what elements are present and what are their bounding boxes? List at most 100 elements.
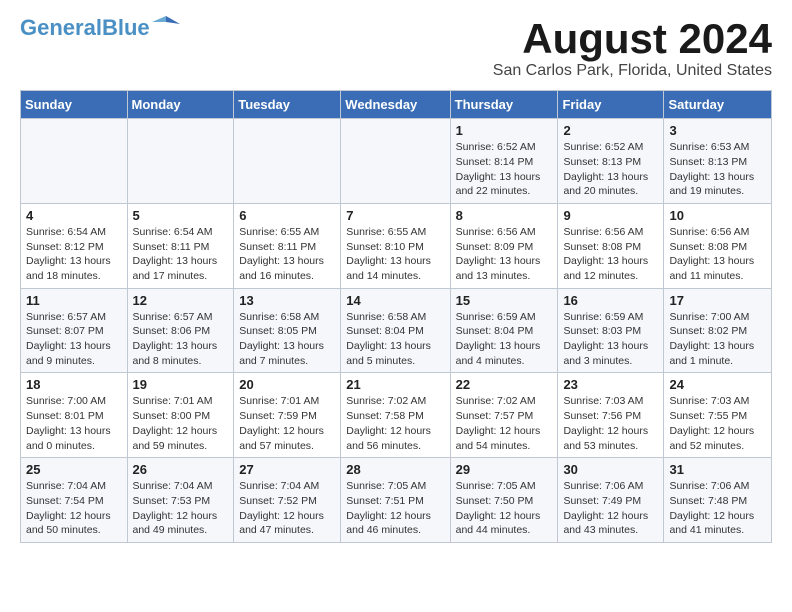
calendar-cell: 18Sunrise: 7:00 AM Sunset: 8:01 PM Dayli…: [21, 373, 128, 458]
calendar-cell: 17 Sunrise: 7:00 AM Sunset: 8:02 PM Dayli…: [664, 288, 772, 373]
day-header-sunday: Sunday: [21, 91, 128, 119]
day-number: 8: [456, 208, 553, 223]
day-header-wednesday: Wednesday: [341, 91, 450, 119]
calendar-cell: 1 Sunrise: 6:52 AM Sunset: 8:14 PM Daylig…: [450, 119, 558, 204]
calendar-cell: 24 Sunrise: 7:03 AM Sunset: 7:55 PM Dayli…: [664, 373, 772, 458]
calendar-cell: 13 Sunrise: 6:58 AM Sunset: 8:05 PM Dayli…: [234, 288, 341, 373]
day-number: 14: [346, 293, 444, 308]
day-number: 16: [563, 293, 658, 308]
calendar-cell: 21 Sunrise: 7:02 AM Sunset: 7:58 PM Dayli…: [341, 373, 450, 458]
day-info: Sunrise: 6:57 AM Sunset: 8:07 PM Dayligh…: [26, 310, 122, 369]
day-info: Sunrise: 6:58 AM Sunset: 8:05 PM Dayligh…: [239, 310, 335, 369]
calendar-cell: 3 Sunrise: 6:53 AM Sunset: 8:13 PM Daylig…: [664, 119, 772, 204]
day-header-saturday: Saturday: [664, 91, 772, 119]
calendar-cell: 10Sunrise: 6:56 AM Sunset: 8:08 PM Dayli…: [664, 203, 772, 288]
calendar-cell: 23Sunrise: 7:03 AM Sunset: 7:56 PM Dayli…: [558, 373, 664, 458]
calendar-week-row: 1 Sunrise: 6:52 AM Sunset: 8:14 PM Daylig…: [21, 119, 772, 204]
day-number: 1: [456, 123, 553, 138]
day-info: Sunrise: 6:58 AM Sunset: 8:04 PM Dayligh…: [346, 310, 444, 369]
logo-bird-icon: [152, 14, 180, 34]
day-number: 25: [26, 462, 122, 477]
day-info: Sunrise: 6:55 AM Sunset: 8:10 PM Dayligh…: [346, 225, 444, 284]
calendar-cell: 2 Sunrise: 6:52 AM Sunset: 8:13 PM Daylig…: [558, 119, 664, 204]
calendar-cell: 29 Sunrise: 7:05 AM Sunset: 7:50 PM Dayli…: [450, 458, 558, 543]
day-number: 6: [239, 208, 335, 223]
calendar-cell: [127, 119, 234, 204]
calendar-cell: 6 Sunrise: 6:55 AM Sunset: 8:11 PM Daylig…: [234, 203, 341, 288]
day-number: 17: [669, 293, 766, 308]
day-number: 29: [456, 462, 553, 477]
day-info: Sunrise: 7:06 AM Sunset: 7:49 PM Dayligh…: [563, 479, 658, 538]
day-number: 4: [26, 208, 122, 223]
day-info: Sunrise: 6:55 AM Sunset: 8:11 PM Dayligh…: [239, 225, 335, 284]
day-info: Sunrise: 7:05 AM Sunset: 7:50 PM Dayligh…: [456, 479, 553, 538]
calendar-cell: 7 Sunrise: 6:55 AM Sunset: 8:10 PM Daylig…: [341, 203, 450, 288]
day-number: 13: [239, 293, 335, 308]
calendar-week-row: 25 Sunrise: 7:04 AM Sunset: 7:54 PM Dayli…: [21, 458, 772, 543]
day-info: Sunrise: 6:56 AM Sunset: 8:08 PM Dayligh…: [669, 225, 766, 284]
day-info: Sunrise: 6:54 AM Sunset: 8:12 PM Dayligh…: [26, 225, 122, 284]
day-number: 28: [346, 462, 444, 477]
day-info: Sunrise: 7:01 AM Sunset: 7:59 PM Dayligh…: [239, 394, 335, 453]
day-info: Sunrise: 6:53 AM Sunset: 8:13 PM Dayligh…: [669, 140, 766, 199]
day-number: 19: [133, 377, 229, 392]
day-info: Sunrise: 7:02 AM Sunset: 7:58 PM Dayligh…: [346, 394, 444, 453]
calendar-week-row: 4 Sunrise: 6:54 AM Sunset: 8:12 PM Daylig…: [21, 203, 772, 288]
day-info: Sunrise: 6:57 AM Sunset: 8:06 PM Dayligh…: [133, 310, 229, 369]
calendar-cell: 31 Sunrise: 7:06 AM Sunset: 7:48 PM Dayli…: [664, 458, 772, 543]
calendar-cell: 4 Sunrise: 6:54 AM Sunset: 8:12 PM Daylig…: [21, 203, 128, 288]
day-number: 20: [239, 377, 335, 392]
day-number: 21: [346, 377, 444, 392]
day-info: Sunrise: 6:59 AM Sunset: 8:04 PM Dayligh…: [456, 310, 553, 369]
calendar-cell: 28 Sunrise: 7:05 AM Sunset: 7:51 PM Dayli…: [341, 458, 450, 543]
calendar-header-row: SundayMondayTuesdayWednesdayThursdayFrid…: [21, 91, 772, 119]
day-info: Sunrise: 7:03 AM Sunset: 7:55 PM Dayligh…: [669, 394, 766, 453]
day-info: Sunrise: 6:52 AM Sunset: 8:14 PM Dayligh…: [456, 140, 553, 199]
calendar-cell: 11Sunrise: 6:57 AM Sunset: 8:07 PM Dayli…: [21, 288, 128, 373]
day-info: Sunrise: 7:03 AM Sunset: 7:56 PM Dayligh…: [563, 394, 658, 453]
calendar-week-row: 11Sunrise: 6:57 AM Sunset: 8:07 PM Dayli…: [21, 288, 772, 373]
calendar-cell: 19 Sunrise: 7:01 AM Sunset: 8:00 PM Dayli…: [127, 373, 234, 458]
day-info: Sunrise: 7:00 AM Sunset: 8:02 PM Dayligh…: [669, 310, 766, 369]
day-info: Sunrise: 7:05 AM Sunset: 7:51 PM Dayligh…: [346, 479, 444, 538]
calendar-cell: 20 Sunrise: 7:01 AM Sunset: 7:59 PM Dayli…: [234, 373, 341, 458]
calendar-cell: [341, 119, 450, 204]
day-header-thursday: Thursday: [450, 91, 558, 119]
calendar-cell: 27 Sunrise: 7:04 AM Sunset: 7:52 PM Dayli…: [234, 458, 341, 543]
calendar-title: August 2024: [493, 16, 772, 62]
day-number: 12: [133, 293, 229, 308]
day-info: Sunrise: 7:04 AM Sunset: 7:52 PM Dayligh…: [239, 479, 335, 538]
day-number: 27: [239, 462, 335, 477]
calendar-cell: 22Sunrise: 7:02 AM Sunset: 7:57 PM Dayli…: [450, 373, 558, 458]
day-number: 5: [133, 208, 229, 223]
calendar-cell: [234, 119, 341, 204]
calendar-cell: 12 Sunrise: 6:57 AM Sunset: 8:06 PM Dayli…: [127, 288, 234, 373]
day-number: 30: [563, 462, 658, 477]
day-header-friday: Friday: [558, 91, 664, 119]
day-info: Sunrise: 7:04 AM Sunset: 7:54 PM Dayligh…: [26, 479, 122, 538]
calendar-cell: 15Sunrise: 6:59 AM Sunset: 8:04 PM Dayli…: [450, 288, 558, 373]
logo: GeneralBlue: [20, 16, 180, 40]
page-header: GeneralBlue August 2024 San Carlos Park,…: [20, 16, 772, 80]
calendar-table: SundayMondayTuesdayWednesdayThursdayFrid…: [20, 90, 772, 543]
day-info: Sunrise: 6:52 AM Sunset: 8:13 PM Dayligh…: [563, 140, 658, 199]
day-number: 3: [669, 123, 766, 138]
title-area: August 2024 San Carlos Park, Florida, Un…: [493, 16, 772, 80]
calendar-cell: 25 Sunrise: 7:04 AM Sunset: 7:54 PM Dayli…: [21, 458, 128, 543]
day-number: 26: [133, 462, 229, 477]
calendar-cell: 9Sunrise: 6:56 AM Sunset: 8:08 PM Daylig…: [558, 203, 664, 288]
calendar-cell: 26 Sunrise: 7:04 AM Sunset: 7:53 PM Dayli…: [127, 458, 234, 543]
day-number: 2: [563, 123, 658, 138]
calendar-cell: 16 Sunrise: 6:59 AM Sunset: 8:03 PM Dayli…: [558, 288, 664, 373]
day-info: Sunrise: 6:56 AM Sunset: 8:08 PM Dayligh…: [563, 225, 658, 284]
day-number: 24: [669, 377, 766, 392]
day-info: Sunrise: 6:59 AM Sunset: 8:03 PM Dayligh…: [563, 310, 658, 369]
day-info: Sunrise: 6:54 AM Sunset: 8:11 PM Dayligh…: [133, 225, 229, 284]
day-header-tuesday: Tuesday: [234, 91, 341, 119]
day-number: 31: [669, 462, 766, 477]
day-number: 18: [26, 377, 122, 392]
day-info: Sunrise: 7:04 AM Sunset: 7:53 PM Dayligh…: [133, 479, 229, 538]
day-number: 7: [346, 208, 444, 223]
day-info: Sunrise: 7:06 AM Sunset: 7:48 PM Dayligh…: [669, 479, 766, 538]
day-info: Sunrise: 7:01 AM Sunset: 8:00 PM Dayligh…: [133, 394, 229, 453]
